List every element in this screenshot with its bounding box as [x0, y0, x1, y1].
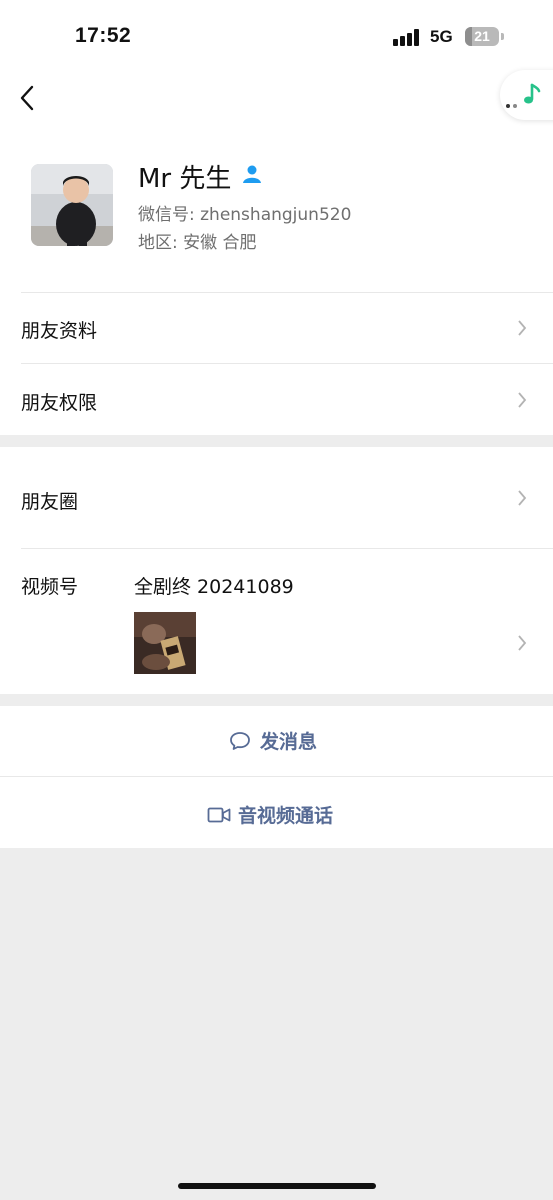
send-message-label: 发消息: [260, 731, 318, 753]
channels-value: 全剧终 20241089: [134, 576, 294, 598]
send-message-button[interactable]: 发消息: [0, 706, 553, 776]
music-note-icon: [524, 83, 541, 104]
chevron-right-icon: [518, 490, 527, 506]
chevron-left-icon[interactable]: [18, 84, 40, 112]
avatar[interactable]: [31, 164, 113, 246]
chevron-right-icon: [518, 392, 527, 408]
friend-permissions-label: 朋友权限: [21, 392, 98, 414]
send-message-content: 发消息: [229, 727, 317, 754]
more-button[interactable]: [500, 70, 553, 120]
video-call-button[interactable]: 音视频通话: [0, 777, 553, 848]
channels-row[interactable]: 视频号 全剧终 20241089: [0, 549, 553, 694]
nickname: Mr 先生: [138, 164, 232, 194]
more-dots-icon: [506, 93, 520, 112]
video-call-label: 音视频通话: [238, 805, 334, 827]
home-indicator[interactable]: [178, 1183, 376, 1189]
moments-row[interactable]: 朋友圈: [0, 447, 553, 549]
channels-label: 视频号: [21, 576, 79, 598]
video-call-content: 音视频通话: [207, 801, 333, 828]
chevron-right-icon: [518, 320, 527, 336]
video-camera-icon: [207, 807, 231, 822]
network-type: 5G: [430, 27, 453, 46]
friend-info-label: 朋友资料: [21, 320, 98, 342]
friend-permissions-row[interactable]: 朋友权限: [0, 364, 553, 435]
battery-level: 21: [474, 28, 490, 44]
chevron-right-icon: [518, 635, 527, 651]
signal-icon: [393, 28, 423, 46]
wechat-id: 微信号: zhenshangjun520: [138, 205, 352, 225]
person-icon: [243, 165, 261, 183]
battery-icon: 21: [465, 27, 499, 46]
status-time: 17:52: [75, 24, 132, 47]
friend-info-row[interactable]: 朋友资料: [0, 293, 553, 363]
channels-thumbnail[interactable]: [134, 612, 196, 674]
battery-tip: [501, 33, 504, 40]
chat-bubble-icon: [230, 731, 250, 750]
region: 地区: 安徽 合肥: [138, 233, 257, 253]
moments-label: 朋友圈: [21, 491, 79, 513]
